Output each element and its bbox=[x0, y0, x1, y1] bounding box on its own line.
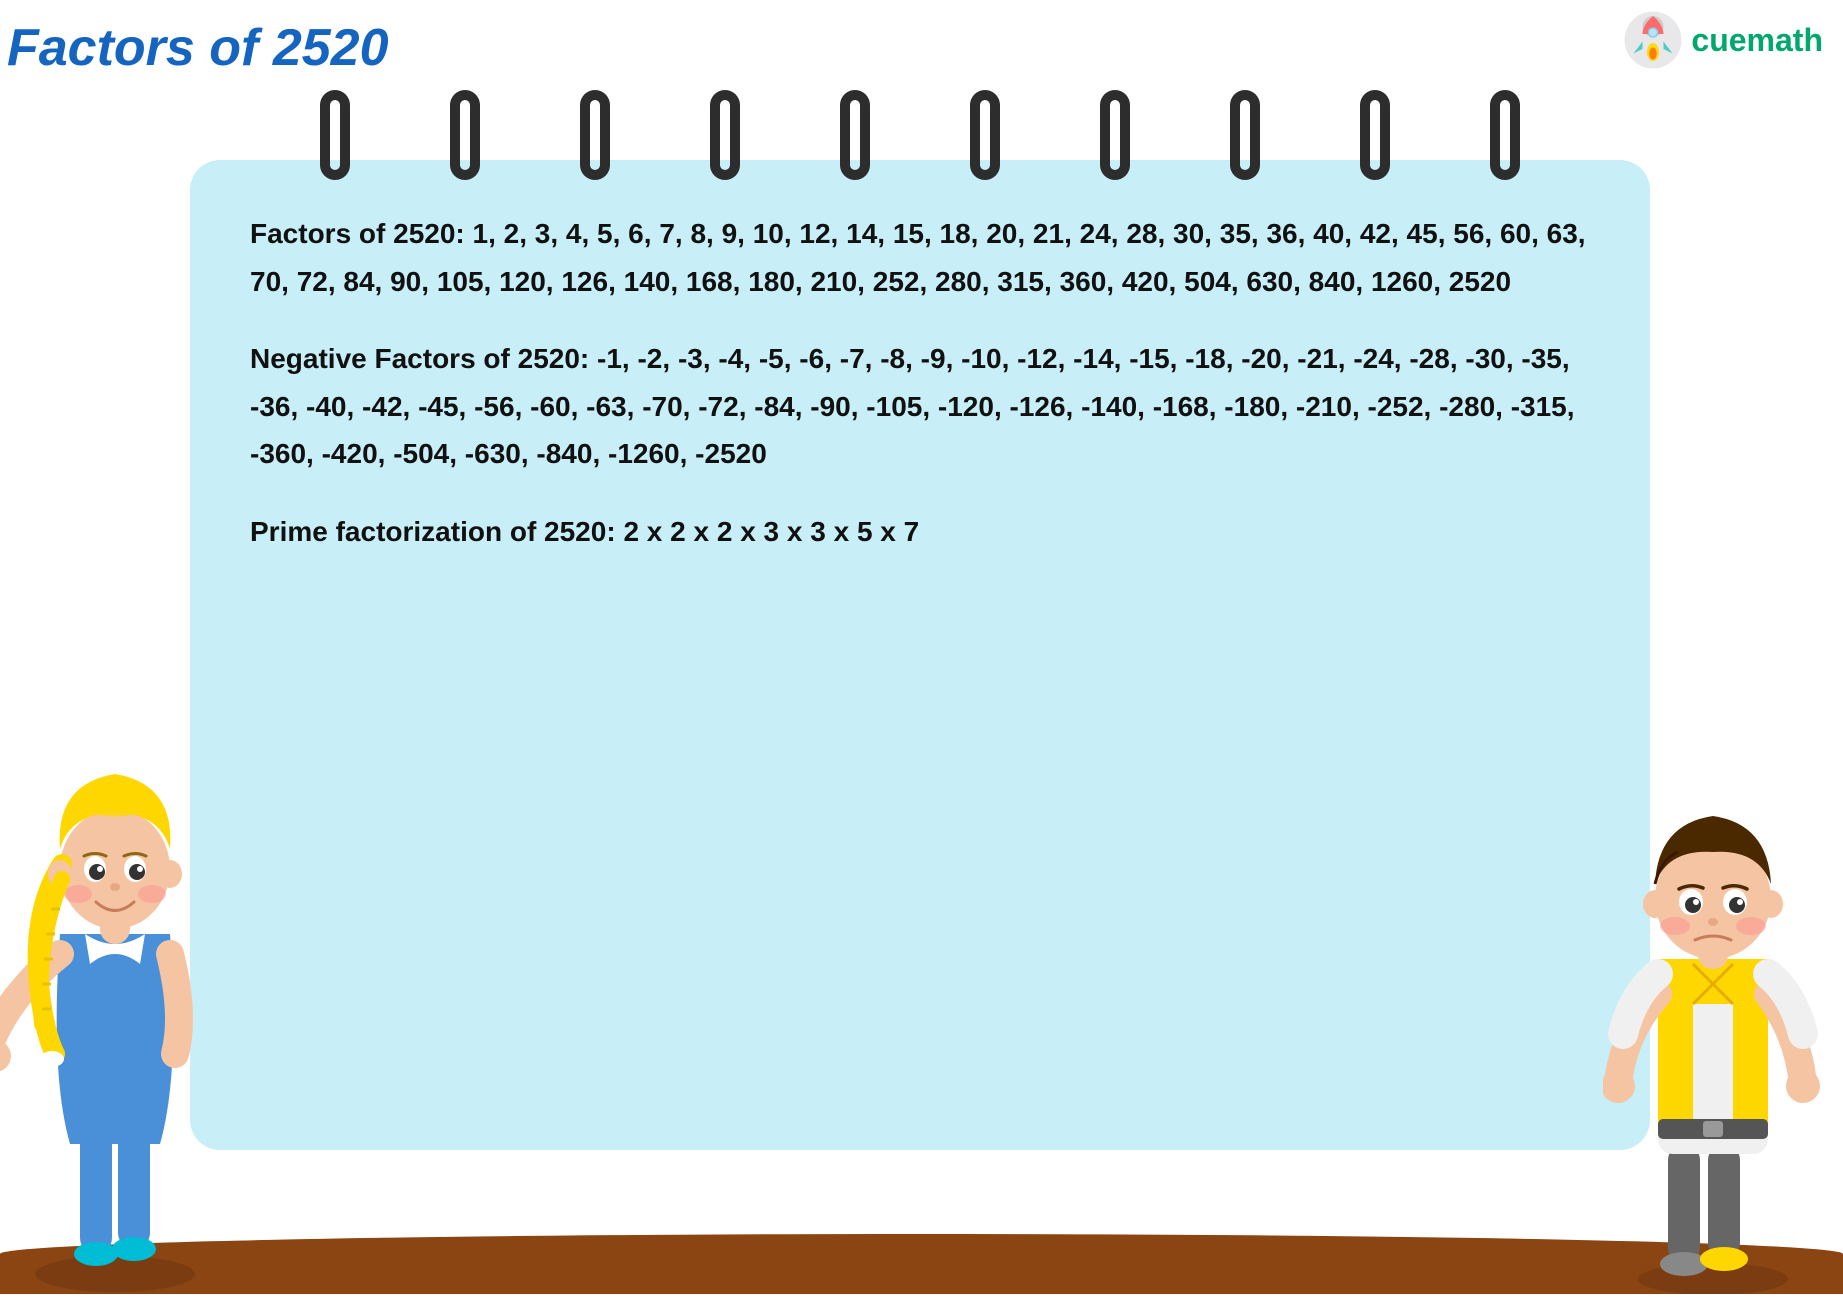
factors-label: Factors of 2520: bbox=[250, 218, 465, 249]
ring-1 bbox=[315, 90, 355, 180]
ground bbox=[0, 1234, 1843, 1294]
cuemath-logo: cuemath bbox=[1623, 10, 1823, 70]
ring-7 bbox=[1095, 90, 1135, 180]
boy-character bbox=[1603, 744, 1823, 1294]
notebook: Factors of 2520: 1, 2, 3, 4, 5, 6, 7, 8,… bbox=[190, 100, 1650, 1150]
negative-label: Negative Factors of 2520: bbox=[250, 343, 589, 374]
ring-9 bbox=[1355, 90, 1395, 180]
ring-4 bbox=[705, 90, 745, 180]
factors-block: Factors of 2520: 1, 2, 3, 4, 5, 6, 7, 8,… bbox=[250, 210, 1590, 305]
ring-8 bbox=[1225, 90, 1265, 180]
cuemath-brand-text: cuemath bbox=[1691, 22, 1823, 59]
negative-factors-block: Negative Factors of 2520: -1, -2, -3, -4… bbox=[250, 335, 1590, 478]
prime-values: 2 x 2 x 2 x 3 x 3 x 5 x 7 bbox=[623, 516, 919, 547]
ring-2 bbox=[445, 90, 485, 180]
prime-label: Prime factorization of 2520: bbox=[250, 516, 616, 547]
ring-3 bbox=[575, 90, 615, 180]
ring-10 bbox=[1485, 90, 1525, 180]
notebook-paper: Factors of 2520: 1, 2, 3, 4, 5, 6, 7, 8,… bbox=[190, 160, 1650, 1150]
rocket-icon bbox=[1623, 10, 1683, 70]
ring-6 bbox=[965, 90, 1005, 180]
spiral-rings bbox=[190, 100, 1650, 180]
girl-character bbox=[0, 694, 230, 1294]
page-title: Factors of 2520 bbox=[7, 18, 389, 78]
ring-5 bbox=[835, 90, 875, 180]
prime-factorization-block: Prime factorization of 2520: 2 x 2 x 2 x… bbox=[250, 508, 1590, 556]
